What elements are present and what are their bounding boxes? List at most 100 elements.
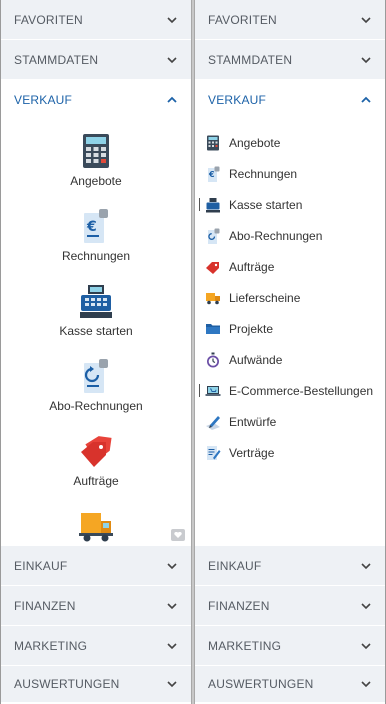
list-item-label: Kasse starten: [229, 197, 303, 212]
section-label: VERKAUF: [14, 92, 73, 107]
list-item-label: Entwürfe: [229, 414, 277, 429]
section-label: FAVORITEN: [14, 12, 83, 27]
list-item-kasse-starten[interactable]: Kasse starten: [195, 189, 385, 220]
navigation-panel-tiles: FAVORITEN STAMMDATEN VERKAUF Angebote €: [1, 0, 191, 704]
row-marker: [199, 198, 200, 211]
calculator-icon: [83, 134, 109, 168]
chevron-down-icon: [361, 55, 371, 65]
scroll-more-button[interactable]: [171, 529, 185, 541]
laptop-cart-icon: [205, 385, 221, 396]
contract-icon: [207, 445, 221, 460]
chevron-down-icon: [361, 679, 371, 689]
section-label: FINANZEN: [208, 598, 270, 613]
list-item-rechnungen[interactable]: € Rechnungen: [195, 158, 385, 189]
section-label: STAMMDATEN: [14, 52, 99, 67]
chevron-down-icon: [361, 15, 371, 25]
section-marketing[interactable]: MARKETING: [195, 626, 385, 666]
list-item-label: Aufwände: [229, 352, 283, 367]
tile-abo-rechnungen[interactable]: Abo-Rechnungen: [1, 353, 191, 428]
tile-label: Kasse starten: [59, 324, 133, 338]
cash-register-icon: [206, 197, 220, 212]
list-item-abo-rechnungen[interactable]: Abo-Rechnungen: [195, 220, 385, 251]
section-finanzen[interactable]: FINANZEN: [195, 586, 385, 626]
list-item-label: E-Commerce-Bestellungen: [229, 383, 374, 398]
chevron-down-icon: [361, 561, 371, 571]
tags-icon: [206, 261, 219, 274]
section-label: AUSWERTUNGEN: [14, 677, 120, 691]
tags-icon: [81, 436, 112, 467]
list-item-lieferscheine[interactable]: Lieferscheine: [195, 282, 385, 313]
section-marketing[interactable]: MARKETING: [1, 626, 191, 666]
tile-label: Abo-Rechnungen: [49, 399, 143, 413]
list-item-angebote[interactable]: Angebote: [195, 127, 385, 158]
list-item-label: Lieferscheine: [229, 290, 301, 305]
tile-auftraege[interactable]: Aufträge: [1, 428, 191, 503]
row-marker: [199, 384, 200, 397]
section-favoriten[interactable]: FAVORITEN: [195, 0, 385, 40]
chevron-down-icon: [167, 15, 177, 25]
list-item-label: Angebote: [229, 135, 281, 150]
section-auswertungen[interactable]: AUSWERTUNGEN: [1, 666, 191, 703]
list-item-entwuerfe[interactable]: Entwürfe: [195, 406, 385, 437]
tile-label: Aufträge: [73, 474, 119, 488]
calculator-icon: [207, 135, 219, 150]
svg-text:€: €: [86, 219, 97, 235]
section-label: MARKETING: [14, 638, 88, 653]
chevron-down-icon: [167, 641, 177, 651]
section-verkauf[interactable]: VERKAUF: [1, 80, 191, 120]
list-item-projekte[interactable]: Projekte: [195, 313, 385, 344]
section-finanzen[interactable]: FINANZEN: [1, 586, 191, 626]
draft-pen-icon: [206, 415, 220, 430]
chevron-up-icon: [167, 95, 177, 105]
chevron-down-icon: [167, 561, 177, 571]
delivery-truck-icon: [206, 292, 220, 304]
recurring-invoice-icon: [84, 359, 108, 393]
stopwatch-icon: [207, 352, 219, 367]
section-favoriten[interactable]: FAVORITEN: [1, 0, 191, 40]
chevron-down-icon: [361, 641, 371, 651]
section-label: FAVORITEN: [208, 12, 277, 27]
tile-kasse-starten[interactable]: Kasse starten: [1, 278, 191, 353]
chevron-down-icon: [167, 55, 177, 65]
tile-label: Rechnungen: [61, 249, 131, 263]
section-label: EINKAUF: [208, 558, 262, 573]
chevron-up-icon: [361, 95, 371, 105]
section-stammdaten[interactable]: STAMMDATEN: [195, 40, 385, 80]
list-item-label: Projekte: [229, 321, 274, 336]
section-verkauf[interactable]: VERKAUF: [195, 80, 385, 120]
list-item-label: Verträge: [229, 445, 275, 460]
svg-text:€: €: [208, 170, 215, 179]
list-item-aufwaende[interactable]: Aufwände: [195, 344, 385, 375]
tile-lieferscheine[interactable]: [1, 503, 191, 545]
section-einkauf[interactable]: EINKAUF: [1, 546, 191, 586]
invoice-euro-icon: €: [208, 166, 220, 182]
list-item-label: Aufträge: [229, 259, 275, 274]
heart-icon: [174, 532, 182, 538]
section-stammdaten[interactable]: STAMMDATEN: [1, 40, 191, 80]
section-einkauf[interactable]: EINKAUF: [195, 546, 385, 586]
tile-angebote[interactable]: Angebote: [1, 128, 191, 203]
tile-rechnungen[interactable]: € Rechnungen: [1, 203, 191, 278]
section-label: FINANZEN: [14, 598, 76, 613]
section-label: EINKAUF: [14, 558, 68, 573]
cash-register-icon: [80, 285, 112, 318]
list-item-label: Rechnungen: [229, 166, 298, 181]
folder-icon: [206, 323, 220, 334]
tile-label: Angebote: [70, 174, 122, 188]
section-auswertungen[interactable]: AUSWERTUNGEN: [195, 666, 385, 703]
list-item-label: Abo-Rechnungen: [229, 228, 323, 243]
invoice-euro-icon: €: [84, 209, 108, 243]
section-label: AUSWERTUNGEN: [208, 677, 314, 691]
chevron-down-icon: [167, 601, 177, 611]
list-item-e-commerce-bestellungen[interactable]: E-Commerce-Bestellungen: [195, 375, 385, 406]
list-item-auftraege[interactable]: Aufträge: [195, 251, 385, 282]
delivery-truck-icon: [79, 513, 113, 542]
navigation-panel-list: FAVORITEN STAMMDATEN VERKAUF Angebote € …: [195, 0, 385, 704]
recurring-invoice-icon: [208, 228, 220, 244]
section-label: MARKETING: [208, 638, 282, 653]
list-item-vertraege[interactable]: Verträge: [195, 437, 385, 468]
section-label: VERKAUF: [208, 92, 267, 107]
section-label: STAMMDATEN: [208, 52, 293, 67]
chevron-down-icon: [167, 679, 177, 689]
chevron-down-icon: [361, 601, 371, 611]
